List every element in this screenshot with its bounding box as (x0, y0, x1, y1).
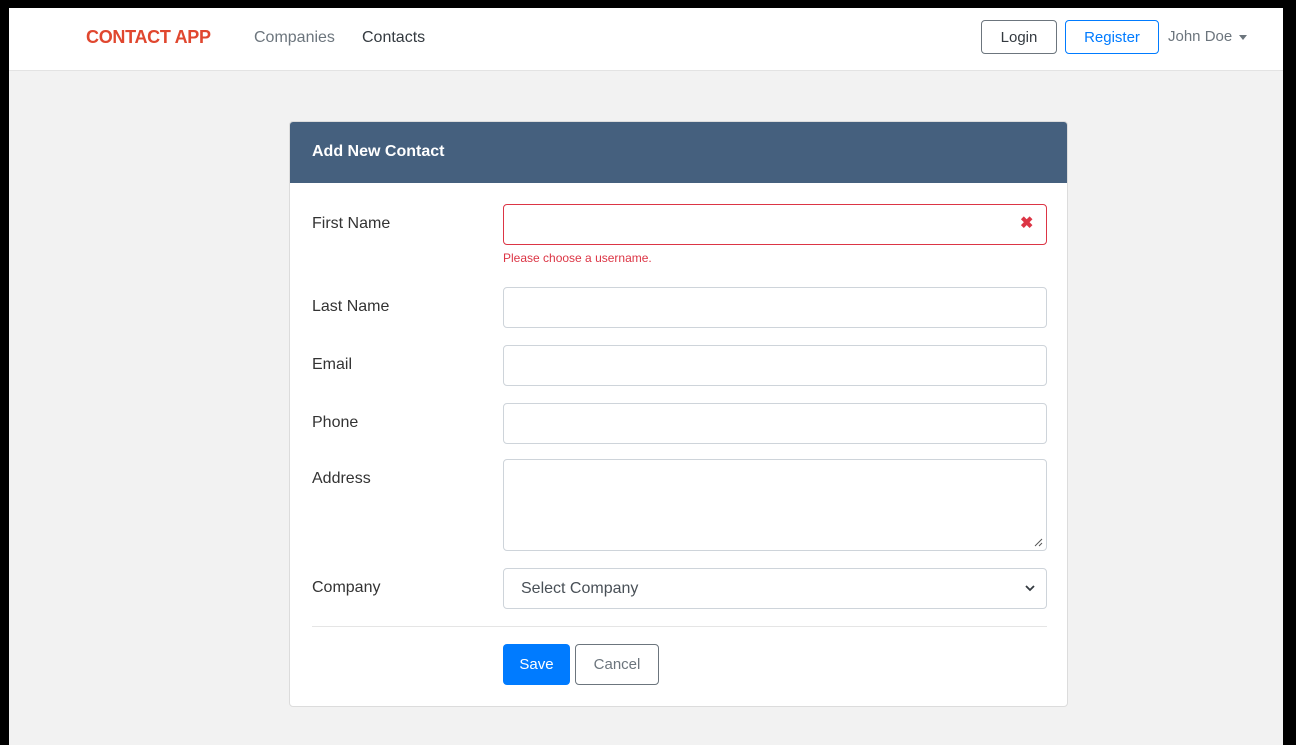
page-title: Add New Contact (312, 143, 445, 160)
caret-down-icon (1239, 35, 1248, 40)
brand-logo[interactable]: CONTACT APP (86, 27, 211, 48)
register-button[interactable]: Register (1065, 20, 1159, 54)
company-select-value: Select Company (521, 580, 639, 597)
save-button[interactable]: Save (503, 644, 570, 685)
nav-link-companies[interactable]: Companies (254, 29, 335, 47)
add-contact-card: Add New Contact First Name ✖ Please choo… (289, 121, 1068, 707)
address-textarea[interactable] (503, 459, 1047, 551)
user-menu-dropdown[interactable]: John Doe (1168, 28, 1248, 45)
nav-link-contacts[interactable]: Contacts (362, 29, 425, 47)
chevron-down-icon (1025, 585, 1035, 592)
form-divider (312, 626, 1047, 627)
first-name-label: First Name (312, 215, 391, 232)
phone-field[interactable] (503, 403, 1047, 444)
user-name: John Doe (1168, 28, 1233, 45)
first-name-field[interactable]: ✖ (503, 204, 1047, 245)
last-name-field[interactable] (503, 287, 1047, 328)
company-label: Company (312, 579, 381, 596)
last-name-label: Last Name (312, 298, 390, 315)
navbar: CONTACT APP Companies Contacts Login Reg… (9, 8, 1283, 71)
card-header: Add New Contact (290, 122, 1067, 183)
login-button[interactable]: Login (981, 20, 1057, 54)
address-label: Address (312, 470, 371, 487)
resize-handle-icon[interactable] (1033, 537, 1043, 547)
invalid-x-icon: ✖ (1020, 215, 1034, 232)
email-field[interactable] (503, 345, 1047, 386)
company-select[interactable]: Select Company (503, 568, 1047, 609)
first-name-error: Please choose a username. (503, 251, 652, 265)
email-label: Email (312, 356, 353, 373)
app-window: CONTACT APP Companies Contacts Login Reg… (9, 8, 1283, 745)
cancel-button[interactable]: Cancel (575, 644, 659, 685)
phone-label: Phone (312, 414, 359, 431)
